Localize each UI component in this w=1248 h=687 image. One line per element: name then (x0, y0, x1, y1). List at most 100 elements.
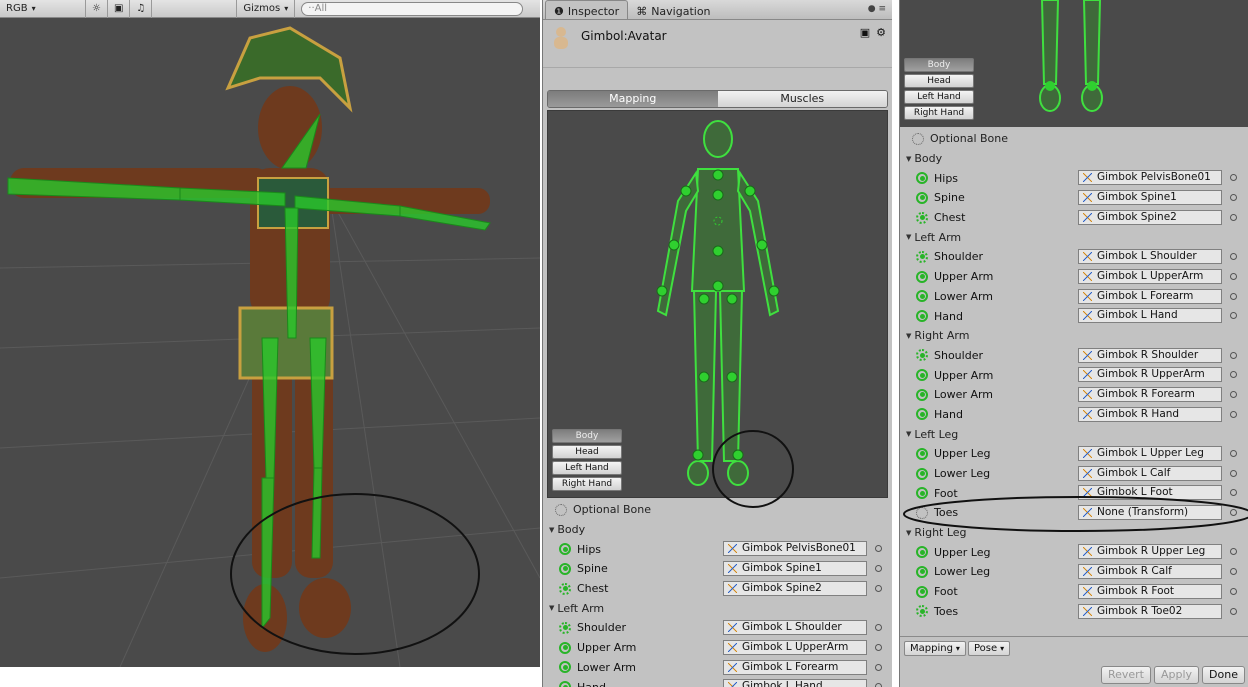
transform-object-field[interactable]: Gimbok L Upper Leg (1078, 446, 1222, 461)
apply-button[interactable]: Apply (1153, 666, 1200, 684)
bone-row: Hand Gimbok L Hand (900, 306, 1248, 326)
image-effects-icon[interactable]: ▣ (108, 0, 131, 18)
transform-object-field[interactable]: Gimbok R Hand (1078, 406, 1222, 422)
transform-object-field[interactable]: Gimbok R Upper Leg (1078, 544, 1222, 560)
mapping-tab[interactable]: Mapping (548, 91, 718, 107)
transform-object-field[interactable]: Gimbok L UpperArm (723, 639, 867, 655)
transform-object-field[interactable]: Gimbok Spine2 (1078, 209, 1222, 225)
object-picker-icon[interactable] (1230, 469, 1237, 477)
bone-status-icon (916, 388, 928, 401)
section-header[interactable]: Left Leg (900, 424, 1248, 444)
lighting-toggle-icon[interactable]: ☼ (86, 0, 108, 18)
done-button[interactable]: Done (1202, 666, 1245, 684)
transform-object-field[interactable]: Gimbok R Foot (1078, 583, 1222, 599)
bone-label: Hand (577, 681, 606, 687)
bone-status-icon (916, 506, 928, 519)
transform-object-field[interactable]: Gimbok L Forearm (1078, 288, 1222, 304)
object-picker-icon[interactable] (1230, 194, 1237, 202)
body-part-tab-right-hand[interactable]: Right Hand (904, 106, 974, 120)
object-picker-icon[interactable] (1230, 213, 1237, 221)
section-header[interactable]: Body (543, 520, 892, 540)
avatar-body-map[interactable]: Body Head Left Hand Right Hand (547, 110, 888, 508)
bone-label: Hips (577, 542, 602, 556)
muscles-tab[interactable]: Muscles (717, 91, 887, 107)
object-picker-icon[interactable] (1230, 174, 1237, 182)
tab-navigation[interactable]: ⌘ Navigation (628, 0, 718, 19)
transform-object-field[interactable]: None (Transform) (1078, 505, 1222, 521)
section-header[interactable]: Left Arm (543, 598, 892, 618)
bone-row: Lower Arm Gimbok R Forearm (900, 385, 1248, 405)
help-icon[interactable]: ▣ (860, 26, 870, 39)
mapping-menu-button[interactable]: Mapping (904, 641, 966, 656)
transform-object-field[interactable]: Gimbok L Shoulder (723, 620, 867, 636)
section-header[interactable]: Right Leg (900, 523, 1248, 543)
pose-menu-button[interactable]: Pose (967, 641, 1011, 656)
section-header[interactable]: Left Arm (900, 227, 1248, 247)
transform-object-field[interactable]: Gimbok L Foot (1078, 485, 1222, 501)
body-part-tab-head[interactable]: Head (904, 74, 974, 88)
transform-object-field[interactable]: Gimbok L UpperArm (1078, 268, 1222, 284)
bone-row: Lower Leg Gimbok L Calf (900, 464, 1248, 484)
object-picker-icon[interactable] (1230, 272, 1237, 280)
bone-label: Foot (934, 585, 958, 599)
transform-object-field[interactable]: Gimbok Spine1 (1078, 190, 1222, 206)
section-header[interactable]: Right Arm (900, 326, 1248, 346)
bone-status-icon (916, 467, 928, 480)
scene-search-input[interactable]: ··All (301, 1, 524, 16)
bone-status-icon (916, 349, 928, 362)
tab-inspector[interactable]: ❶ Inspector (545, 0, 629, 19)
scene-view[interactable]: RGB ☼ ▣ ♫ Gizmos ··All (0, 0, 540, 667)
object-picker-icon[interactable] (875, 584, 882, 592)
revert-button[interactable]: Revert (1100, 666, 1151, 684)
object-picker-icon[interactable] (1230, 587, 1237, 595)
transform-object-field[interactable]: Gimbok L Calf (1078, 465, 1222, 481)
object-picker-icon[interactable] (1230, 568, 1237, 576)
object-picker-icon[interactable] (1230, 253, 1237, 261)
object-picker-icon[interactable] (875, 643, 882, 651)
avatar-body-map-legs[interactable]: Body Head Left Hand Right Hand (900, 0, 1248, 127)
bone-status-icon (916, 191, 928, 204)
transform-object-field[interactable]: Gimbok Spine2 (723, 580, 867, 596)
object-picker-icon[interactable] (1230, 410, 1237, 418)
object-picker-icon[interactable] (1230, 548, 1237, 556)
object-picker-icon[interactable] (1230, 371, 1237, 379)
object-picker-icon[interactable] (1230, 607, 1237, 615)
body-part-tab-body[interactable]: Body (552, 429, 622, 443)
transform-object-field[interactable]: Gimbok PelvisBone01 (723, 541, 867, 557)
audio-toggle-icon[interactable]: ♫ (130, 0, 153, 18)
object-picker-icon[interactable] (1230, 450, 1237, 457)
gizmos-dropdown[interactable]: Gizmos (236, 0, 296, 18)
object-picker-icon[interactable] (1230, 509, 1237, 517)
transform-object-field[interactable]: Gimbok L Shoulder (1078, 249, 1222, 265)
transform-object-field[interactable]: Gimbok R Forearm (1078, 386, 1222, 402)
object-picker-icon[interactable] (875, 545, 882, 553)
transform-object-field[interactable]: Gimbok L Hand (723, 679, 867, 687)
object-picker-icon[interactable] (1230, 489, 1237, 497)
body-part-tab-head[interactable]: Head (552, 445, 622, 459)
settings-gear-icon[interactable]: ⚙ (876, 26, 886, 39)
transform-object-field[interactable]: Gimbok L Forearm (723, 659, 867, 675)
object-picker-icon[interactable] (1230, 312, 1237, 320)
object-picker-icon[interactable] (875, 663, 882, 671)
object-picker-icon[interactable] (875, 624, 882, 632)
object-picker-icon[interactable] (875, 683, 882, 687)
transform-object-field[interactable]: Gimbok Spine1 (723, 561, 867, 577)
lock-icon[interactable]: ● ≡ (868, 4, 886, 14)
object-picker-icon[interactable] (875, 565, 882, 573)
body-part-tab-right-hand[interactable]: Right Hand (552, 477, 622, 491)
body-part-tab-left-hand[interactable]: Left Hand (552, 461, 622, 475)
transform-object-field[interactable]: Gimbok R Shoulder (1078, 347, 1222, 363)
object-picker-icon[interactable] (1230, 390, 1237, 398)
transform-object-field[interactable]: Gimbok PelvisBone01 (1078, 170, 1222, 186)
object-picker-icon[interactable] (1230, 292, 1237, 300)
transform-object-field[interactable]: Gimbok R Calf (1078, 564, 1222, 580)
body-part-tab-left-hand[interactable]: Left Hand (904, 90, 974, 104)
object-picker-icon[interactable] (1230, 351, 1237, 359)
render-mode-dropdown[interactable]: RGB (0, 0, 86, 18)
transform-object-field[interactable]: Gimbok R Toe02 (1078, 603, 1222, 619)
transform-object-field[interactable]: Gimbok L Hand (1078, 308, 1222, 324)
section-header[interactable]: Body (900, 149, 1248, 169)
body-part-tab-body[interactable]: Body (904, 58, 974, 72)
bone-row: Lower Leg Gimbok R Calf (900, 562, 1248, 582)
transform-object-field[interactable]: Gimbok R UpperArm (1078, 367, 1222, 383)
